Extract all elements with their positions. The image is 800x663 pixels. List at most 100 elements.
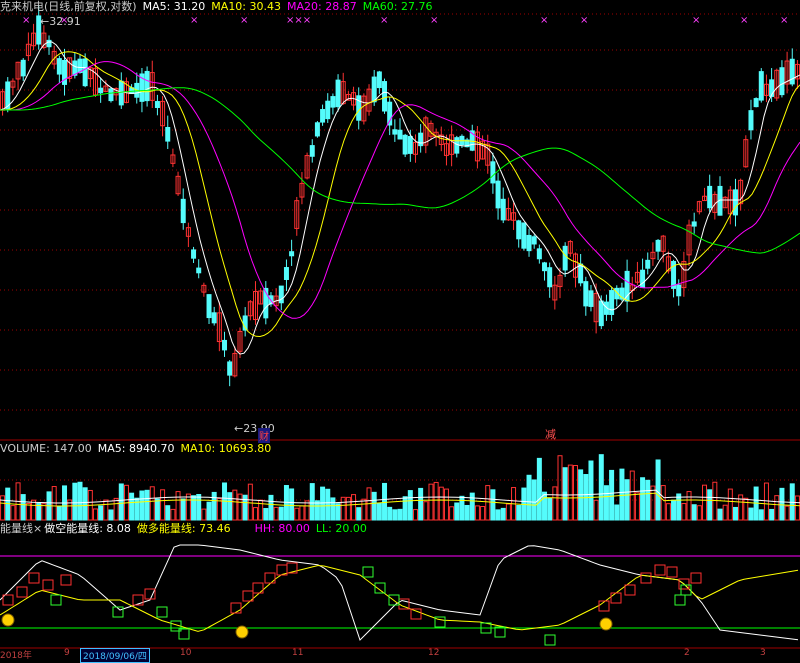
volume-bar: [717, 508, 723, 521]
sell-signal-square: [50, 594, 62, 606]
volume-bar: [351, 494, 357, 521]
hh-value: HH: 80.00: [254, 522, 310, 535]
volume-bar: [624, 479, 630, 521]
buy-signal-square: [28, 572, 40, 584]
candle-body: [227, 361, 233, 376]
volume-bar: [309, 483, 315, 521]
volume-bar: [722, 504, 728, 521]
volume-bar: [588, 460, 594, 521]
volume-bar: [211, 491, 217, 521]
candle-body: [758, 71, 764, 101]
volume-bar: [727, 488, 733, 521]
volume-bar: [495, 509, 501, 521]
candlestick-series[interactable]: [0, 5, 800, 387]
candle-body: [402, 134, 408, 155]
volume-bar: [185, 493, 191, 521]
candle-body: [320, 109, 326, 123]
candle-body: [335, 79, 341, 108]
candle-body: [314, 122, 320, 137]
stock-chart[interactable]: × × × × ××× × × × × × × ×: [0, 0, 800, 660]
volume-bar: [593, 499, 599, 521]
candle-body: [542, 262, 548, 272]
date-tick: 10: [180, 648, 192, 658]
signal-marker: ×: [22, 15, 30, 26]
candle-body: [283, 267, 289, 280]
volume-bar: [56, 505, 62, 521]
volume-bar: [242, 494, 248, 521]
candle-body: [500, 198, 506, 221]
candle-body: [645, 259, 651, 269]
candle-body: [655, 239, 661, 252]
date-tick: 12: [428, 648, 440, 658]
share-reduction-marker[interactable]: 减: [545, 426, 556, 442]
volume-bar: [356, 507, 362, 521]
volume-bar: [758, 509, 764, 521]
date-axis: 2018年 9 10 11 12 2 3 2018/09/06/四: [0, 648, 800, 663]
sell-signal-square: [156, 606, 168, 618]
volume-bar: [407, 490, 413, 521]
candle-body: [531, 236, 537, 245]
volume-bar: [490, 489, 496, 521]
volume-bar: [474, 505, 480, 521]
volume-bars[interactable]: [0, 454, 800, 521]
buy-signal-square: [690, 572, 702, 584]
volume-bar: [330, 497, 336, 521]
volume-bar: [531, 479, 537, 521]
volume-bar: [82, 487, 88, 521]
ma20-value: MA20: 28.87: [287, 0, 357, 13]
volume-bar: [650, 485, 656, 521]
candle-body: [397, 129, 403, 140]
candle-body: [371, 76, 377, 103]
volume-bar: [423, 501, 429, 521]
volume-bar: [676, 493, 682, 521]
volume-bar: [702, 484, 708, 521]
candle-body: [779, 67, 785, 96]
candle-body: [748, 110, 754, 131]
volume-bar: [784, 505, 790, 521]
volume-bar: [304, 500, 310, 521]
short-energy-line: [0, 544, 799, 641]
candle-body: [376, 71, 382, 89]
indicator-name: 能量线×: [0, 522, 43, 535]
volume-bar: [237, 493, 243, 521]
candle-body: [56, 58, 62, 75]
volume-bar: [206, 501, 212, 521]
volume-bar: [402, 496, 408, 521]
date-tick: 2: [684, 648, 690, 658]
candle-body: [583, 281, 589, 307]
sell-signal-square: [544, 634, 556, 646]
volume-bar: [175, 491, 181, 521]
candle-body: [144, 70, 150, 102]
financial-report-marker[interactable]: 财: [258, 428, 270, 443]
volume-bar: [557, 455, 563, 521]
candle-body: [206, 294, 212, 319]
volume-bar: [696, 505, 702, 521]
volume-bar: [438, 486, 444, 521]
volume-bar: [779, 487, 785, 521]
volume-bar: [712, 481, 718, 521]
ll-value: LL: 20.00: [315, 522, 367, 535]
candle-body: [191, 249, 197, 259]
buy-signal-square: [230, 602, 242, 614]
volume-bar: [547, 497, 553, 521]
candle-body: [118, 80, 124, 106]
candle-body: [691, 221, 697, 227]
volume-bar: [335, 503, 341, 521]
volume-bar: [180, 498, 186, 521]
ma60-value: MA60: 27.76: [362, 0, 433, 13]
signal-marker: ×××: [286, 15, 311, 26]
candle-body: [516, 220, 522, 240]
candle-body: [789, 58, 795, 85]
candle-body: [732, 189, 738, 216]
buy-signal-square: [666, 566, 678, 578]
volume-bar: [129, 492, 135, 521]
volume-bar: [562, 467, 568, 521]
volume-bar: [170, 508, 176, 521]
volume-bar: [144, 489, 150, 521]
volume-bar: [640, 477, 646, 521]
volume-bar: [418, 487, 424, 521]
volume-bar: [149, 486, 155, 521]
volume-bar: [485, 485, 491, 521]
volume-bar: [686, 491, 692, 521]
candle-body: [753, 98, 759, 108]
